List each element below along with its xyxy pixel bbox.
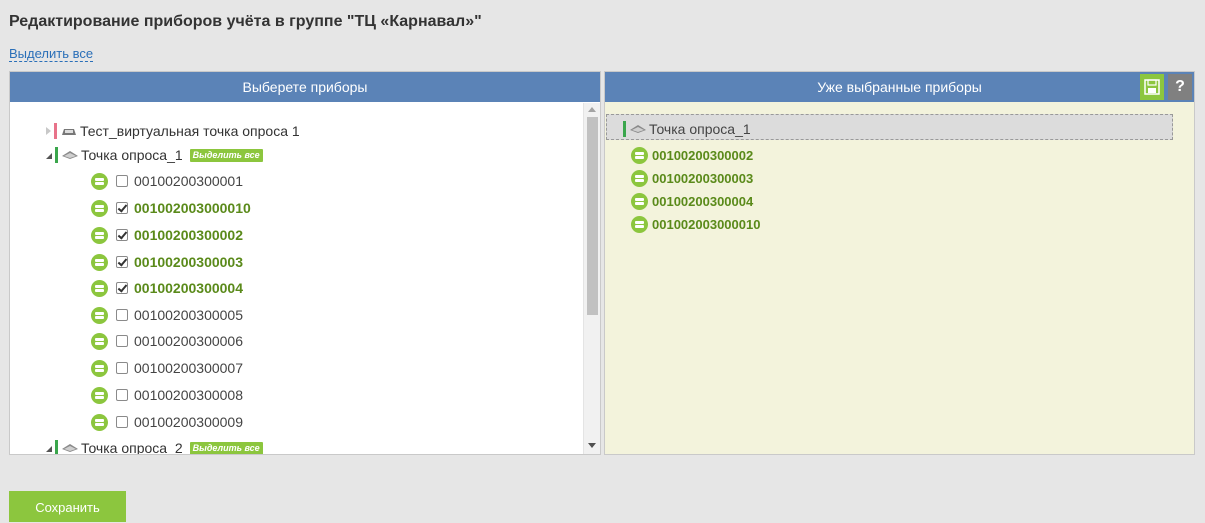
- tree-node-label: Точка опроса_1: [81, 147, 183, 163]
- tree-node-label: Точка опроса_2: [81, 440, 183, 454]
- selected-devices-panel: Уже выбранные приборы ? Точка опроса_1 0…: [604, 71, 1195, 455]
- select-all-badge[interactable]: Выделить все: [189, 148, 263, 162]
- tree-node-label: Тест_виртуальная точка опроса 1: [80, 123, 300, 139]
- device-label: 00100200300006: [134, 333, 244, 349]
- status-indicator: [55, 147, 58, 163]
- meter-icon: [91, 306, 108, 324]
- selected-device-label: 00100200300004: [652, 193, 754, 209]
- device-checkbox[interactable]: [116, 362, 128, 374]
- devices-tree: Тест_виртуальная точка опроса 1 Точка оп…: [10, 103, 585, 454]
- selected-device-row[interactable]: 001002003000010: [631, 213, 760, 235]
- device-row[interactable]: 00100200300008: [91, 383, 243, 407]
- meter-icon: [91, 359, 108, 377]
- meter-icon: [631, 169, 648, 187]
- device-row[interactable]: 00100200300001: [91, 169, 243, 193]
- device-checkbox[interactable]: [116, 229, 128, 241]
- meter-icon: [91, 386, 108, 404]
- collapse-icon[interactable]: [46, 446, 52, 452]
- device-label: 00100200300002: [134, 227, 244, 243]
- selected-node[interactable]: Точка опроса_1: [623, 118, 751, 140]
- selected-device-label: 00100200300002: [652, 147, 754, 163]
- device-checkbox[interactable]: [116, 389, 128, 401]
- selected-device-label: 001002003000010: [652, 216, 761, 232]
- meter-icon: [631, 215, 648, 233]
- meter-icon: [91, 332, 108, 350]
- device-row[interactable]: 00100200300005: [91, 303, 243, 327]
- meter-icon: [91, 199, 108, 217]
- device-row[interactable]: 00100200300007: [91, 356, 243, 380]
- selected-devices-title: Уже выбранные приборы: [817, 79, 982, 95]
- poll-point-icon: [61, 442, 79, 454]
- device-label: 00100200300004: [134, 280, 244, 296]
- tree-scrollbar[interactable]: [583, 103, 600, 454]
- device-checkbox[interactable]: [116, 309, 128, 321]
- scroll-up-arrow-icon[interactable]: [588, 107, 596, 112]
- device-checkbox[interactable]: [116, 175, 128, 187]
- meter-icon: [91, 413, 108, 431]
- device-label: 00100200300007: [134, 360, 244, 376]
- selected-node-label: Точка опроса_1: [649, 121, 751, 137]
- expand-icon[interactable]: [46, 127, 51, 135]
- selected-device-label: 00100200300003: [652, 170, 754, 186]
- select-all-link[interactable]: Выделить все: [9, 46, 94, 62]
- meter-icon: [91, 253, 108, 271]
- device-label: 00100200300003: [134, 254, 244, 270]
- available-devices-header: Выберете приборы: [10, 72, 600, 102]
- selected-device-row[interactable]: 00100200300004: [631, 190, 753, 212]
- scroll-down-arrow-icon[interactable]: [588, 443, 596, 448]
- status-indicator: [623, 121, 626, 137]
- selected-device-row[interactable]: 00100200300003: [631, 167, 753, 189]
- available-devices-panel: Выберете приборы Тест_виртуальная точка …: [9, 71, 601, 455]
- page-title: Редактирование приборов учёта в группе "…: [9, 13, 482, 30]
- device-row[interactable]: 001002003000010: [91, 196, 251, 220]
- scroll-thumb[interactable]: [587, 117, 598, 315]
- device-label: 00100200300005: [134, 307, 244, 323]
- device-row[interactable]: 00100200300004: [91, 276, 243, 300]
- poll-point-icon: [61, 149, 79, 161]
- meter-icon: [631, 192, 648, 210]
- device-checkbox[interactable]: [116, 416, 128, 428]
- device-checkbox[interactable]: [116, 282, 128, 294]
- device-label: 00100200300009: [134, 414, 244, 430]
- device-row[interactable]: 00100200300002: [91, 223, 243, 247]
- selected-device-row[interactable]: 00100200300002: [631, 144, 753, 166]
- device-checkbox[interactable]: [116, 335, 128, 347]
- floppy-disk-icon[interactable]: [1140, 74, 1164, 100]
- meter-icon: [91, 172, 108, 190]
- selected-devices-header: Уже выбранные приборы ?: [605, 72, 1194, 102]
- poll-point-icon: [629, 123, 647, 135]
- device-row[interactable]: 00100200300006: [91, 329, 243, 353]
- status-indicator: [55, 440, 58, 454]
- device-row[interactable]: 00100200300003: [91, 250, 243, 274]
- collapse-icon[interactable]: [46, 153, 52, 159]
- device-row[interactable]: 00100200300009: [91, 410, 243, 434]
- meter-icon: [91, 279, 108, 297]
- device-checkbox[interactable]: [116, 202, 128, 214]
- poll-point-icon: [60, 125, 78, 137]
- device-label: 00100200300008: [134, 387, 244, 403]
- tree-node[interactable]: Тест_виртуальная точка опроса 1: [46, 119, 300, 143]
- save-button[interactable]: Сохранить: [9, 491, 126, 522]
- select-all-badge[interactable]: Выделить все: [189, 441, 263, 454]
- tree-node[interactable]: Точка опроса_2 Выделить все: [46, 436, 263, 454]
- device-label: 00100200300001: [134, 173, 244, 189]
- meter-icon: [91, 226, 108, 244]
- status-indicator: [54, 123, 57, 139]
- device-checkbox[interactable]: [116, 256, 128, 268]
- device-label: 001002003000010: [134, 200, 251, 216]
- tree-node[interactable]: Точка опроса_1 Выделить все: [46, 143, 263, 167]
- meter-icon: [631, 146, 648, 164]
- help-button[interactable]: ?: [1168, 74, 1192, 100]
